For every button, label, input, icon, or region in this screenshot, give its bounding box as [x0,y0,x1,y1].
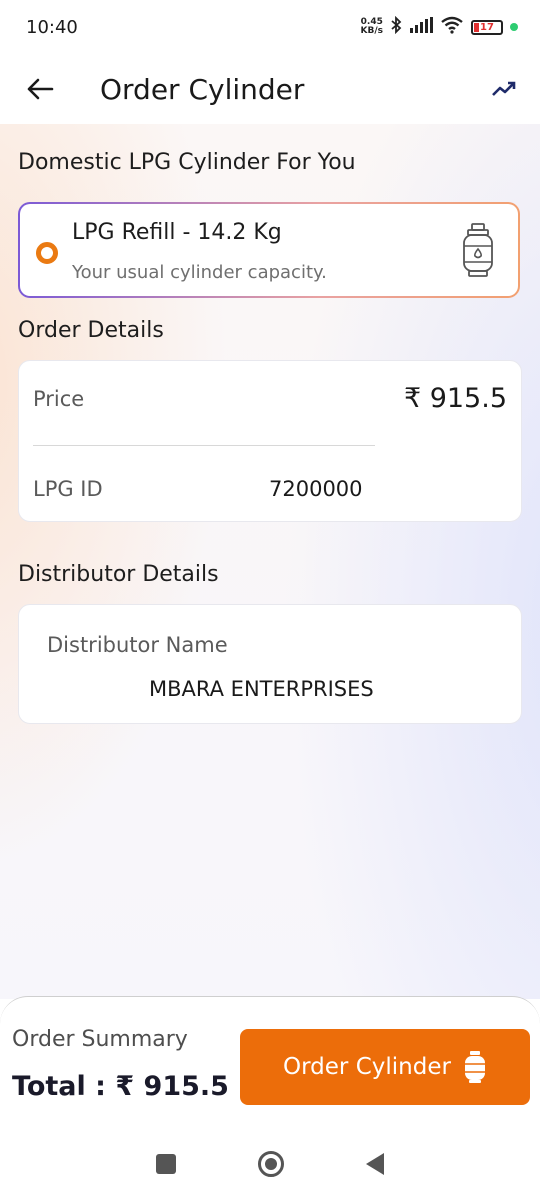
back-button[interactable] [20,69,60,109]
home-button[interactable] [258,1150,284,1177]
status-bar: 10:40 0.45 KB/s 17 [0,0,540,54]
net-speed-unit: KB/s [360,26,383,36]
section-title-domestic: Domestic LPG Cylinder For You [18,150,356,175]
distributor-name-label: Distributor Name [47,633,228,657]
order-total: Total : ₹ 915.5 [12,1071,229,1102]
refill-subtitle: Your usual cylinder capacity. [72,262,327,283]
distributor-card: Distributor Name MBARA ENTERPRISES [18,604,522,724]
privacy-dot-icon [510,23,518,31]
trending-button[interactable] [484,69,524,109]
price-value: ₹ 915.5 [403,383,507,414]
refill-title: LPG Refill - 14.2 Kg [72,220,282,245]
main-content: Domestic LPG Cylinder For You LPG Refill… [0,124,540,999]
page-title: Order Cylinder [100,72,305,106]
lpg-id-label: LPG ID [33,477,103,501]
system-nav-bar [0,1128,540,1199]
system-back-button[interactable] [366,1152,384,1175]
battery-icon: 17 [471,19,503,35]
gas-cylinder-icon [464,1051,485,1083]
recent-apps-button[interactable] [156,1153,176,1174]
order-summary-label: Order Summary [12,1027,188,1052]
trending-up-icon [492,81,516,96]
app-bar: Order Cylinder [0,54,540,124]
order-details-card: Price ₹ 915.5 LPG ID 7200000 [18,360,522,522]
status-icons: 0.45 KB/s 17 [361,15,518,38]
battery-level: 17 [480,21,494,33]
signal-icon [409,17,433,37]
section-title-distributor: Distributor Details [18,562,219,587]
order-cylinder-button[interactable]: Order Cylinder [240,1029,530,1105]
details-divider [33,445,375,446]
gas-cylinder-icon [463,223,493,277]
bluetooth-icon [390,15,402,38]
price-label: Price [33,387,85,411]
refill-option-card[interactable]: LPG Refill - 14.2 Kg Your usual cylinder… [18,202,520,298]
network-speed: 0.45 KB/s [361,18,383,36]
back-arrow-icon [27,78,54,100]
section-title-order-details: Order Details [18,318,164,343]
refill-radio-button[interactable] [36,242,58,264]
status-time: 10:40 [26,16,78,38]
order-summary-panel: Order Summary Total : ₹ 915.5 Order Cyli… [0,996,540,1128]
distributor-name-value: MBARA ENTERPRISES [149,677,374,701]
wifi-icon [440,16,464,38]
lpg-id-value: 7200000 [269,477,363,501]
order-button-label: Order Cylinder [283,1054,451,1080]
